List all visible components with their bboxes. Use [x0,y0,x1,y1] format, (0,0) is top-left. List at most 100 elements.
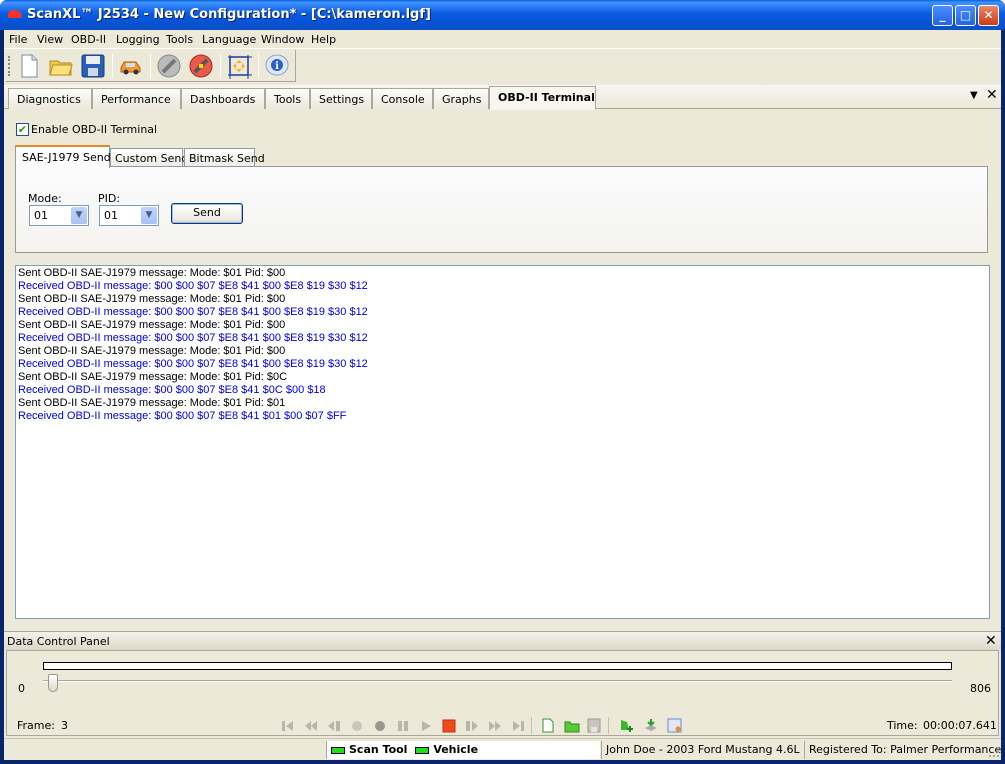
zoom-fit-icon[interactable] [667,718,683,733]
last-icon[interactable] [511,719,525,733]
menu-bar: File View OBD-II Logging Tools Language … [4,30,1001,49]
export-icon[interactable] [643,718,659,733]
tab-settings[interactable]: Settings [310,88,372,109]
subtab-bitmask-send[interactable]: Bitmask Send [184,148,265,167]
record-dark-icon[interactable] [373,719,387,733]
vehicle-icon[interactable] [118,53,144,79]
scan-tool-led-icon [331,746,345,754]
vehicle-led-icon [415,746,430,754]
open-log-icon[interactable] [564,718,580,733]
new-file-icon[interactable] [16,53,42,79]
slider-min: 0 [18,682,25,695]
tab-diagnostics[interactable]: Diagnostics [8,88,92,109]
add-marker-icon[interactable] [619,718,635,733]
toolbar-separator [150,54,151,78]
app-car-icon [8,10,22,18]
log-line-received: Received OBD-II message: $00 $00 $07 $E8… [18,410,347,422]
menu-view[interactable]: View [37,33,63,46]
menu-file[interactable]: File [9,33,27,46]
time-label: Time: [887,719,918,732]
separator [531,717,532,734]
open-folder-icon[interactable] [48,53,74,79]
title-bar[interactable]: ScanXL™ J2534 - New Configuration* - [C:… [0,0,1005,30]
disconnect-icon[interactable] [156,53,182,79]
record-light-icon[interactable] [350,719,364,733]
connection-status: Scan Tool Vehicle [326,741,600,759]
app-window: ScanXL™ J2534 - New Configuration* - [C:… [0,0,1005,764]
log-line-received: Received OBD-II message: $00 $00 $07 $E8… [18,332,368,344]
frame-slider-thumb[interactable] [48,674,59,692]
tab-obd-ii-terminal[interactable]: OBD-II Terminal [489,86,596,110]
enable-terminal-checkbox[interactable]: ✔ [16,123,29,136]
main-toolbar: i [6,50,296,82]
pid-select[interactable]: 01 ▼ [99,205,159,226]
frame-slider-track[interactable] [43,680,952,682]
frame-label: Frame: [17,719,55,732]
time-value: 00:00:07.641 [923,719,997,732]
toolbar-separator [258,54,259,78]
mode-select[interactable]: 01 ▼ [29,205,89,226]
toolbar-grip[interactable] [8,56,11,76]
subtab-custom-send[interactable]: Custom Send [110,148,188,167]
menu-window[interactable]: Window [261,33,304,46]
log-line-sent: Sent OBD-II SAE-J1979 message: Mode: $01… [18,371,288,383]
svg-text:i: i [275,61,279,72]
scan-tool-status: Scan Tool [349,743,408,756]
data-control-panel: 0 806 Frame: 3 Time: 00:00:07.641 [6,650,999,736]
toolbar-separator [112,54,113,78]
log-line-received: Received OBD-II message: $00 $00 $07 $E8… [18,306,368,318]
menu-language[interactable]: Language [202,33,256,46]
maximize-button[interactable]: □ [955,5,976,26]
log-line-received: Received OBD-II message: $00 $00 $07 $E8… [18,358,368,370]
tab-close-icon[interactable]: ✕ [986,87,998,103]
stop-icon[interactable] [442,719,456,733]
send-panel: Mode: 01 ▼ PID: 01 ▼ Send [15,166,988,253]
data-control-panel-title: Data Control Panel [7,635,110,648]
rewind-icon[interactable] [304,719,318,733]
step-forward-icon[interactable] [465,719,479,733]
fast-forward-icon[interactable] [488,719,502,733]
menu-logging[interactable]: Logging [116,33,160,46]
subtab-sae-j1979-send[interactable]: SAE-J1979 Send [15,145,111,168]
data-control-panel-header: Data Control Panel ✕ [4,631,1001,650]
save-log-icon[interactable] [587,718,601,733]
tab-graphs[interactable]: Graphs [433,88,489,109]
tab-performance[interactable]: Performance [92,88,181,109]
minimize-button[interactable]: _ [932,5,953,26]
log-line-received: Received OBD-II message: $00 $00 $07 $E8… [18,280,368,292]
pid-value: 01 [104,209,118,222]
tab-dashboards[interactable]: Dashboards [181,88,265,109]
log-line-sent: Sent OBD-II SAE-J1979 message: Mode: $01… [18,293,286,305]
window-title: ScanXL™ J2534 - New Configuration* - [C:… [27,7,431,22]
menu-obd-ii[interactable]: OBD-II [71,33,106,46]
first-icon[interactable] [281,719,295,733]
chevron-down-icon[interactable]: ▼ [71,207,87,224]
main-tabs: Diagnostics Performance Dashboards Tools… [4,85,1001,110]
terminal-log[interactable]: Sent OBD-II SAE-J1979 message: Mode: $01… [15,265,990,619]
send-button[interactable]: Send [171,203,243,224]
play-icon[interactable] [419,719,433,733]
vehicle-info: John Doe - 2003 Ford Mustang 4.6L [601,741,803,759]
obd-terminal-page: ✔ Enable OBD-II Terminal Custom Send Bit… [4,110,1001,630]
menu-tools[interactable]: Tools [166,33,193,46]
tab-tools[interactable]: Tools [265,88,310,109]
tab-list-dropdown-icon[interactable]: ▼ [970,90,978,101]
save-icon[interactable] [80,53,106,79]
tab-console[interactable]: Console [372,88,433,109]
log-line-sent: Sent OBD-II SAE-J1979 message: Mode: $01… [18,397,286,409]
new-log-icon[interactable] [541,718,555,733]
chevron-down-icon[interactable]: ▼ [141,207,157,224]
close-button[interactable]: ✕ [978,5,999,26]
resize-grip[interactable] [989,747,999,757]
panel-close-icon[interactable]: ✕ [985,633,997,649]
fit-view-icon[interactable] [226,53,252,79]
log-line-sent: Sent OBD-II SAE-J1979 message: Mode: $01… [18,345,286,357]
separator [608,717,609,734]
pause-icon[interactable] [396,719,410,733]
menu-help[interactable]: Help [311,33,336,46]
step-back-icon[interactable] [327,719,341,733]
log-line-sent: Sent OBD-II SAE-J1979 message: Mode: $01… [18,319,286,331]
client-area: File View OBD-II Logging Tools Language … [4,30,1001,760]
info-icon[interactable]: i [264,53,290,79]
connect-icon[interactable] [188,53,214,79]
